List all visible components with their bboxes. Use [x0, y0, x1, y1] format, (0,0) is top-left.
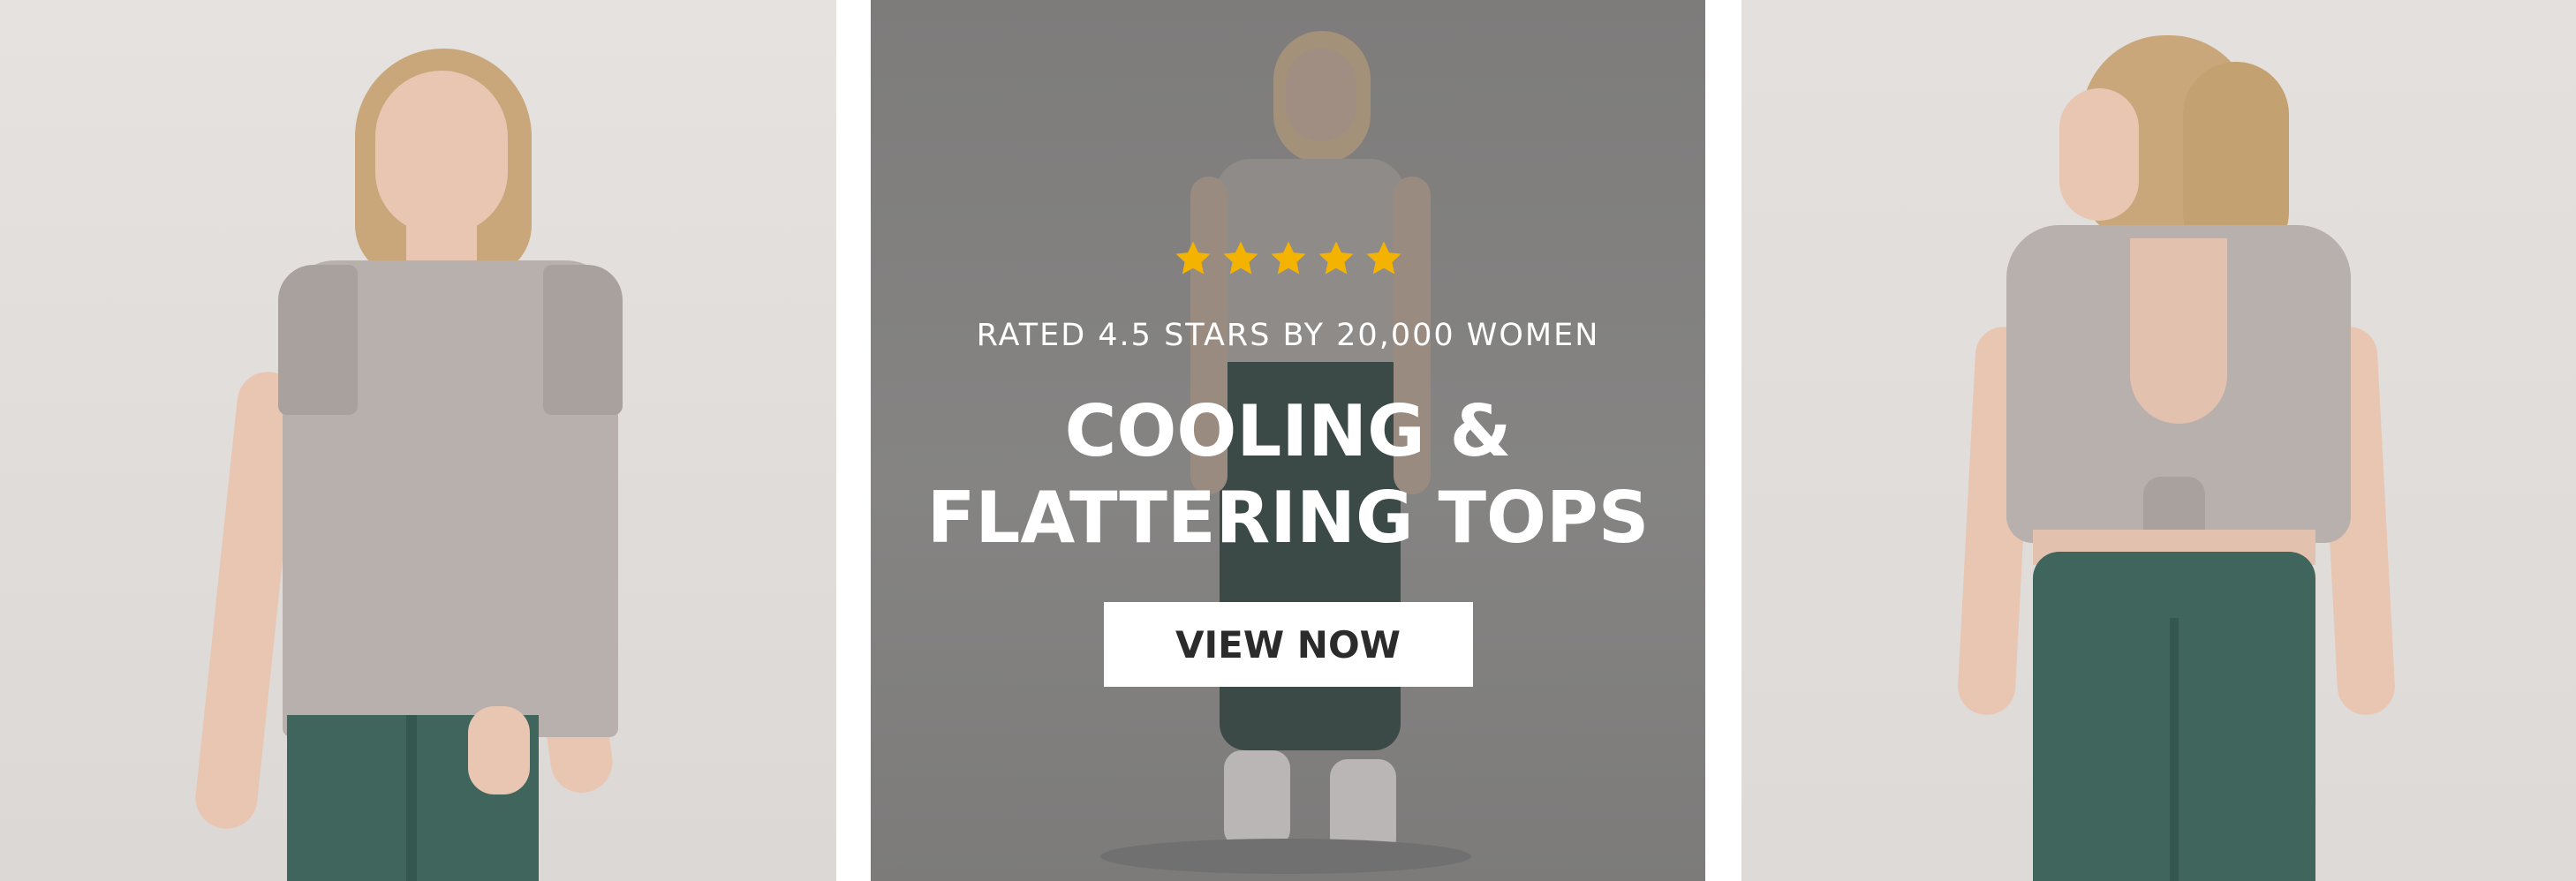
- star-icon: [1318, 241, 1354, 275]
- model-back-view-image: [1741, 0, 2576, 881]
- star-icon: [1270, 241, 1306, 275]
- star-icon: [1365, 241, 1401, 275]
- star-icon: [1175, 241, 1211, 275]
- model-front-view-image: [0, 0, 836, 881]
- promo-banner: RATED 4.5 STARS BY 20,000 WOMEN COOLING …: [0, 0, 2576, 881]
- rating-text: RATED 4.5 STARS BY 20,000 WOMEN: [976, 318, 1600, 353]
- star-icon: [1222, 241, 1258, 275]
- headline: COOLING & FLATTERING TOPS: [927, 388, 1650, 561]
- headline-line-1: COOLING &: [1064, 390, 1512, 472]
- view-now-button[interactable]: VIEW NOW: [1103, 602, 1473, 687]
- headline-line-2: FLATTERING TOPS: [926, 477, 1650, 559]
- star-rating: [1172, 238, 1405, 279]
- promo-content: RATED 4.5 STARS BY 20,000 WOMEN COOLING …: [871, 238, 1705, 687]
